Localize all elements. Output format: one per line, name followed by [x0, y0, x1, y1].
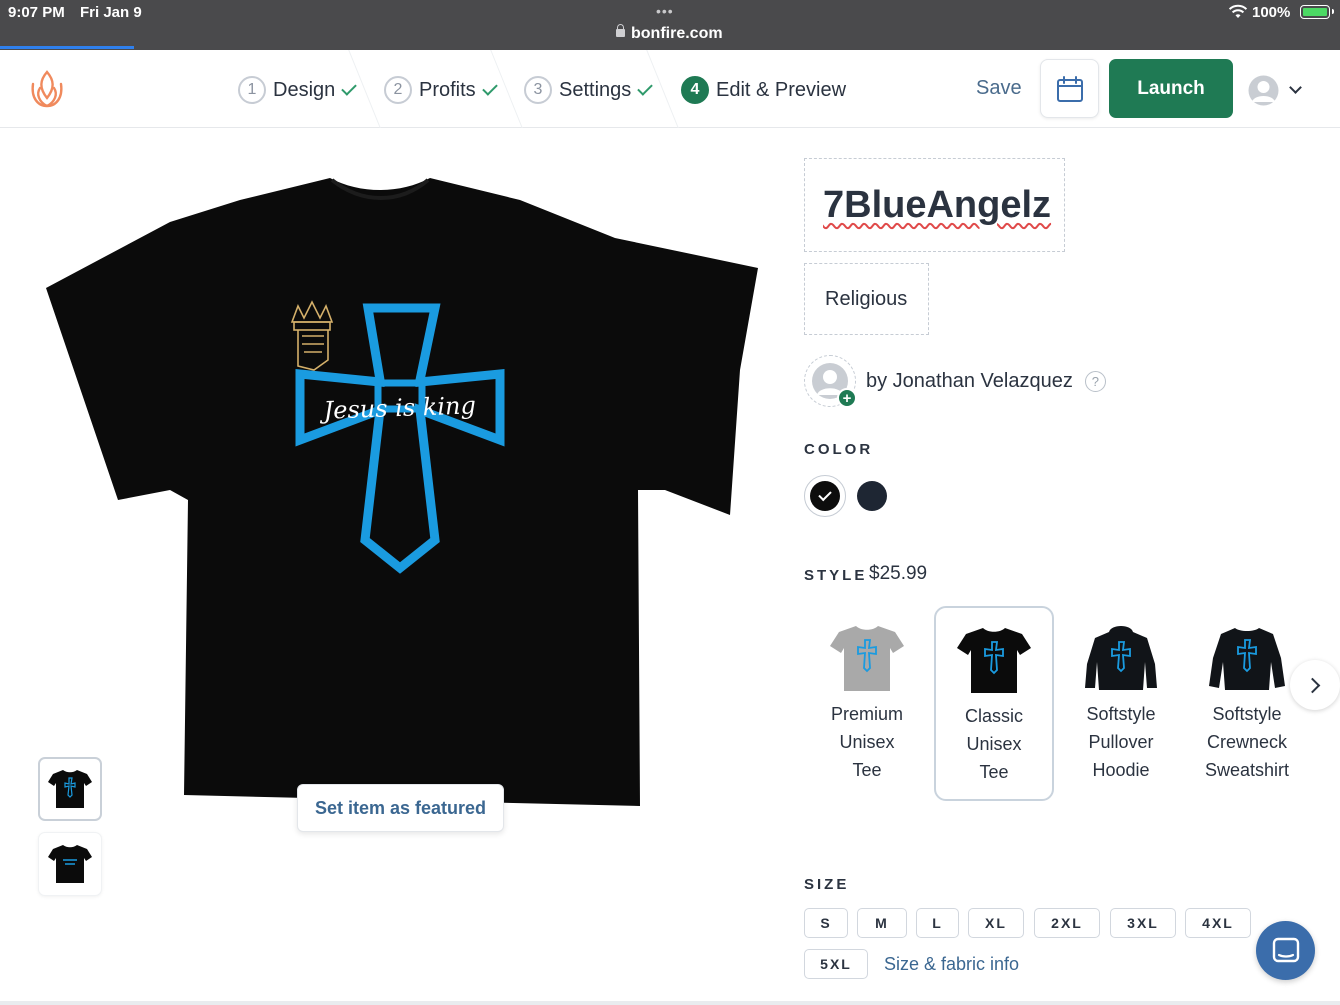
add-avatar-icon[interactable]: +: [837, 388, 857, 408]
style-label: STYLE: [804, 567, 868, 584]
style-line: Sweatshirt: [1204, 760, 1290, 780]
step-edit-preview[interactable]: 4 Edit & Preview: [681, 74, 846, 106]
creator-avatar[interactable]: +: [804, 355, 857, 408]
product-preview: Jesus is king: [40, 170, 760, 810]
style-option-label: Classic Unisex Tee: [939, 702, 1049, 786]
campaign-tag-input[interactable]: Religious: [804, 263, 929, 335]
style-line: Classic: [964, 706, 1023, 726]
tshirt-thumbnail-icon: [48, 770, 92, 808]
color-swatch-black[interactable]: [804, 475, 846, 517]
step-label: Edit & Preview: [716, 78, 847, 101]
creator-name: by Jonathan Velazquez: [866, 369, 1073, 392]
style-option-softstyle-pullover-hoodie[interactable]: Softstyle Pullover Hoodie: [1061, 606, 1181, 801]
style-line: Tee: [979, 762, 1009, 782]
design-text: Jesus is king: [318, 391, 476, 424]
size-option-4xl[interactable]: 4XL: [1185, 908, 1251, 938]
set-featured-button[interactable]: Set item as featured: [297, 784, 504, 832]
style-option-label: Premium Unisex Tee: [812, 700, 922, 784]
hoodie-thumbnail-icon: [1085, 626, 1157, 690]
color-label: COLOR: [804, 441, 874, 458]
style-option-softstyle-crewneck-sweatshirt[interactable]: Softstyle Crewneck Sweatshirt: [1187, 606, 1307, 801]
wifi-icon: [1228, 4, 1248, 18]
tshirt-thumbnail-icon: [957, 628, 1031, 693]
campaign-tag: Religious: [825, 287, 908, 310]
style-line: Softstyle: [1086, 704, 1156, 724]
step-number: 3: [524, 76, 552, 104]
browser-dots-icon[interactable]: •••: [656, 3, 674, 19]
chat-button[interactable]: [1256, 921, 1315, 980]
style-line: Unisex: [839, 732, 895, 752]
checkmark-icon: [637, 80, 654, 96]
thumbnail-back[interactable]: [38, 832, 102, 896]
size-option-xl[interactable]: XL: [968, 908, 1024, 938]
step-number: 1: [238, 76, 266, 104]
launch-button[interactable]: Launch: [1109, 59, 1233, 118]
chevron-right-icon: [1304, 677, 1321, 693]
page-load-progress: [0, 46, 134, 49]
color-swatch-navy[interactable]: [857, 481, 887, 511]
checkmark-icon: [818, 487, 832, 502]
style-option-label: Softstyle Pullover Hoodie: [1066, 700, 1176, 784]
style-option-premium-unisex-tee[interactable]: Premium Unisex Tee: [807, 606, 927, 801]
step-number: 2: [384, 76, 412, 104]
thumbnail-front[interactable]: [38, 757, 102, 821]
status-bar: 9:07 PM Fri Jan 9 ••• bonfire.com 100%: [0, 0, 1340, 50]
app-header: 1 Design 2 Profits 3 Settings 4 Edit & P…: [0, 50, 1340, 128]
account-menu[interactable]: [1248, 74, 1304, 106]
tshirt-thumbnail-icon: [48, 845, 92, 883]
next-styles-button[interactable]: [1290, 660, 1340, 710]
step-settings[interactable]: 3 Settings: [524, 74, 654, 106]
size-option-3xl[interactable]: 3XL: [1110, 908, 1176, 938]
style-line: Premium: [830, 704, 903, 724]
size-fabric-info-link[interactable]: Size & fabric info: [884, 954, 1019, 975]
status-date: Fri Jan 9: [80, 4, 142, 21]
chevron-down-icon: [1289, 80, 1302, 94]
schedule-button[interactable]: [1040, 59, 1099, 118]
tshirt-thumbnail-icon: [830, 626, 904, 691]
style-line: Hoodie: [1092, 760, 1150, 780]
checkmark-icon: [341, 80, 358, 96]
lock-icon: [616, 24, 625, 37]
battery-icon: [1300, 5, 1334, 19]
save-button[interactable]: Save: [976, 77, 1022, 100]
size-option-s[interactable]: S: [804, 908, 848, 938]
step-profits[interactable]: 2 Profits: [384, 74, 498, 106]
status-time: 9:07 PM: [8, 4, 65, 21]
size-label: SIZE: [804, 876, 850, 893]
step-design[interactable]: 1 Design: [238, 74, 358, 106]
sweatshirt-thumbnail-icon: [1209, 628, 1285, 690]
size-option-m[interactable]: M: [857, 908, 907, 938]
style-line: Softstyle: [1212, 704, 1282, 724]
style-line: Crewneck: [1206, 732, 1288, 752]
help-icon[interactable]: ?: [1084, 370, 1106, 392]
size-option-5xl[interactable]: 5XL: [804, 949, 868, 979]
avatar-icon: [1248, 75, 1279, 105]
creator-row: + by Jonathan Velazquez ?: [804, 355, 1106, 408]
size-option-2xl[interactable]: 2XL: [1034, 908, 1100, 938]
style-line: Pullover: [1088, 732, 1154, 752]
chat-icon: [1272, 937, 1299, 962]
checkmark-icon: [481, 80, 498, 96]
style-line: Unisex: [966, 734, 1022, 754]
bonfire-logo-icon[interactable]: [28, 68, 66, 112]
campaign-title-input[interactable]: 7BlueAngelz: [804, 158, 1065, 252]
url-bar[interactable]: bonfire.com: [616, 24, 723, 43]
campaign-title: 7BlueAngelz: [823, 183, 1052, 226]
style-option-classic-unisex-tee[interactable]: Classic Unisex Tee: [934, 606, 1054, 801]
step-label: Settings: [559, 78, 632, 101]
style-price: $25.99: [869, 563, 928, 584]
swatch-dot: [810, 481, 840, 511]
style-line: Tee: [852, 760, 882, 780]
step-number: 4: [681, 76, 709, 104]
step-label: Design: [273, 78, 336, 101]
url-text: bonfire.com: [631, 25, 723, 42]
size-option-l[interactable]: L: [916, 908, 959, 938]
page-bottom-border: [0, 1001, 1340, 1005]
tshirt-image: Jesus is king: [46, 178, 758, 806]
battery-percent: 100%: [1252, 4, 1291, 21]
calendar-icon: [1056, 75, 1083, 102]
step-label: Profits: [419, 78, 476, 101]
style-option-label: Softstyle Crewneck Sweatshirt: [1192, 700, 1302, 784]
